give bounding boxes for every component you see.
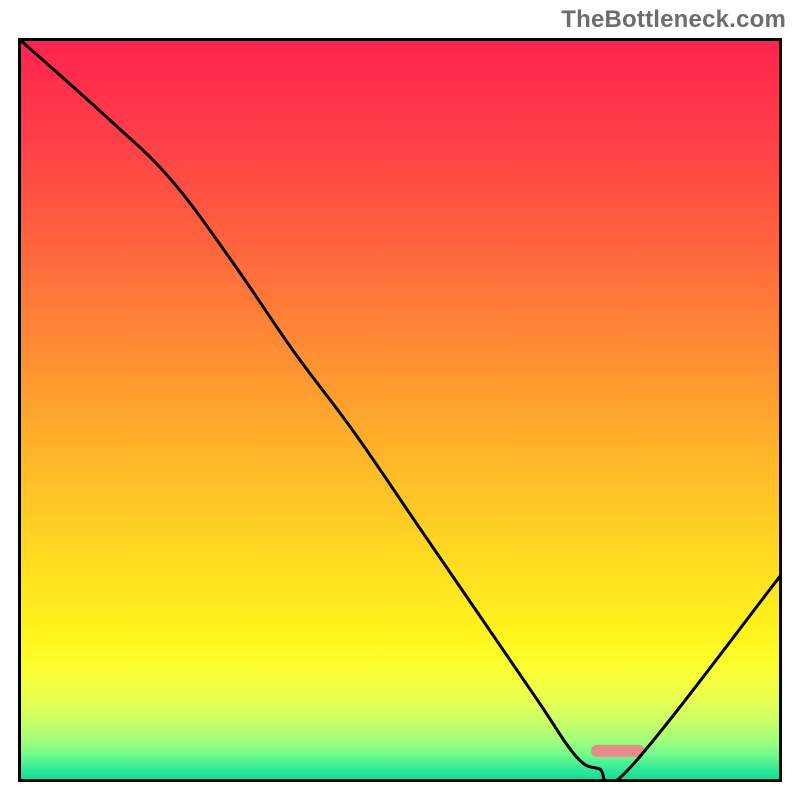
plot-area (18, 38, 782, 782)
min-marker (591, 745, 644, 757)
watermark-text: TheBottleneck.com (561, 6, 786, 34)
gradient-background (18, 38, 782, 782)
chart-container: TheBottleneck.com (0, 0, 800, 800)
chart-svg (18, 38, 782, 782)
